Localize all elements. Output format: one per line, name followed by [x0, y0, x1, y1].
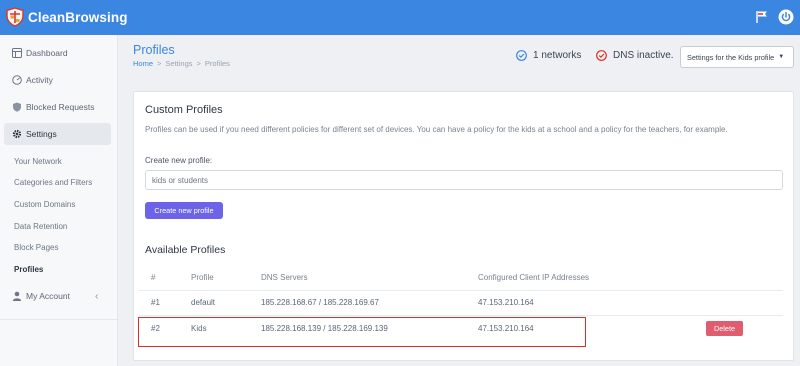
shield-logo-icon: [6, 7, 24, 27]
column-header-number: #: [151, 273, 156, 282]
networks-status[interactable]: 1 networks: [516, 50, 581, 61]
sidebar-sub-block-pages[interactable]: Block Pages: [14, 243, 58, 252]
sidebar-item-activity[interactable]: Activity: [4, 69, 111, 91]
profiles-card: Custom Profiles Profiles can be used if …: [133, 91, 794, 361]
sidebar-item-label: My Account: [26, 291, 70, 301]
sidebar-item-dashboard[interactable]: Dashboard: [4, 42, 111, 64]
sidebar-sub-your-network[interactable]: Your Network: [14, 157, 62, 166]
sidebar-item-settings[interactable]: Settings: [4, 123, 111, 145]
sidebar-sub-custom-domains[interactable]: Custom Domains: [14, 200, 75, 209]
row-1-ip: 47.153.210.164: [478, 298, 534, 307]
page-title: Profiles: [133, 43, 175, 57]
sidebar-sub-profiles[interactable]: Profiles: [14, 265, 43, 274]
breadcrumb-separator: >: [157, 59, 162, 68]
chevron-left-icon[interactable]: ‹: [95, 291, 98, 302]
dns-status[interactable]: DNS inactive.: [596, 50, 674, 61]
sidebar-divider: [0, 319, 118, 320]
sidebar-item-label: Activity: [26, 75, 53, 85]
app-name: CleanBrowsing: [28, 9, 128, 25]
sidebar-sub-categories-filters[interactable]: Categories and Filters: [14, 178, 92, 187]
sidebar: Dashboard Activity Blocked Requests Sett…: [0, 35, 118, 366]
highlight-box: [138, 317, 586, 347]
networks-count: 1 networks: [533, 50, 582, 61]
sidebar-item-label: Settings: [26, 129, 57, 139]
card-title: Custom Profiles: [145, 104, 223, 116]
row-divider: [139, 290, 783, 291]
breadcrumb-settings[interactable]: Settings: [165, 59, 192, 68]
available-profiles-title: Available Profiles: [145, 244, 226, 256]
dropdown-value: Settings for the Kids profile: [687, 52, 775, 62]
create-profile-button[interactable]: Create new profile: [145, 202, 223, 219]
card-description: Profiles can be used if you need differe…: [145, 125, 728, 134]
sidebar-sub-data-retention[interactable]: Data Retention: [14, 222, 67, 231]
check-circle-icon: [596, 50, 607, 61]
column-header-ip: Configured Client IP Addresses: [478, 273, 590, 282]
profile-settings-dropdown[interactable]: Settings for the Kids profile ▼: [680, 46, 794, 68]
sidebar-item-blocked-requests[interactable]: Blocked Requests: [4, 96, 111, 118]
top-bar: CleanBrowsing: [0, 0, 800, 35]
row-1-number: #1: [151, 298, 160, 307]
shield-icon: [12, 102, 22, 112]
delete-profile-button[interactable]: Delete: [706, 321, 743, 336]
check-circle-icon: [516, 50, 527, 61]
column-header-profile: Profile: [191, 273, 214, 282]
row-1-profile: default: [191, 298, 216, 307]
activity-icon: [12, 75, 22, 85]
app-logo[interactable]: CleanBrowsing: [6, 7, 128, 27]
breadcrumb-current: Profiles: [204, 59, 230, 68]
caret-down-icon: ▼: [778, 54, 785, 60]
user-icon: [12, 291, 22, 301]
breadcrumb-separator: >: [196, 59, 201, 68]
new-profile-input[interactable]: [145, 170, 783, 190]
dns-status-text: DNS inactive.: [613, 50, 674, 61]
new-profile-label: Create new profile:: [145, 156, 213, 165]
breadcrumb: Home > Settings > Profiles: [133, 59, 230, 68]
sidebar-item-label: Blocked Requests: [26, 102, 95, 112]
column-header-dns: DNS Servers: [261, 273, 308, 282]
flag-icon[interactable]: [755, 10, 769, 24]
dashboard-icon: [12, 48, 22, 58]
row-divider: [139, 315, 783, 316]
row-1-dns: 185.228.168.67 / 185.228.169.67: [261, 298, 379, 307]
sidebar-item-label: Dashboard: [26, 48, 68, 58]
breadcrumb-home[interactable]: Home: [133, 59, 153, 68]
gear-icon: [12, 129, 22, 139]
power-icon[interactable]: [778, 9, 794, 25]
